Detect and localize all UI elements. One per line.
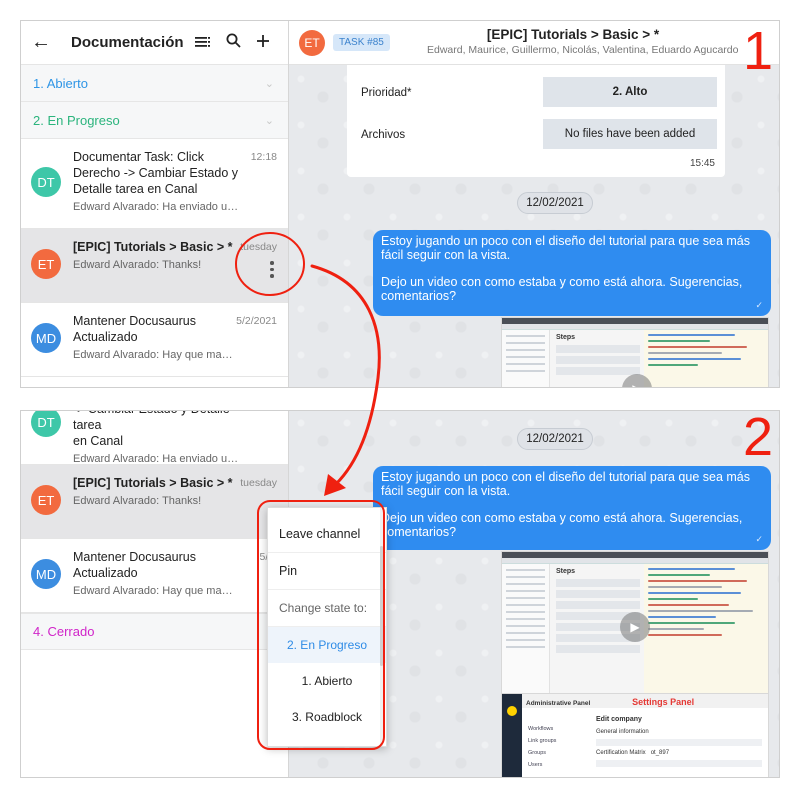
group-abierto[interactable]: 1. Abierto ⌄ bbox=[21, 65, 288, 102]
admin-menu-item: Link groups bbox=[528, 738, 557, 744]
priority-label: Prioridad* bbox=[361, 87, 412, 99]
context-menu: Leave channel Pin Change state to: 2. En… bbox=[267, 507, 387, 747]
conversation-time: tuesday bbox=[240, 241, 277, 253]
date-separator: 12/02/2021 bbox=[517, 428, 593, 450]
chevron-down-icon: ⌄ bbox=[264, 114, 274, 127]
conversation-item-active[interactable]: ET [EPIC] Tutorials > Basic > * Edward A… bbox=[21, 229, 288, 303]
menu-section-change-state: Change state to: bbox=[268, 590, 386, 627]
admin-menu-item: Users bbox=[528, 762, 543, 768]
avatar: MD bbox=[31, 559, 61, 589]
admin-form-title: Edit company bbox=[596, 716, 642, 723]
chat-area: ET TASK #85 [EPIC] Tutorials > Basic > *… bbox=[289, 21, 779, 387]
plus-icon[interactable] bbox=[248, 33, 278, 53]
group-cerrado[interactable]: 4. Cerrado bbox=[21, 613, 288, 650]
conversation-item[interactable]: MD Mantener Docusaurus Actualizado Edwar… bbox=[21, 539, 288, 613]
avatar: ET bbox=[31, 249, 61, 279]
admin-menu-item: Groups bbox=[528, 750, 547, 756]
admin-field-code: ot_897 bbox=[650, 750, 670, 756]
group-label: 4. Cerrado bbox=[33, 624, 95, 639]
date-separator: 12/02/2021 bbox=[517, 192, 593, 214]
avatar: MD bbox=[31, 323, 61, 353]
channel-sidebar: DT -> Cambiar Estado y Detalle tarea en … bbox=[21, 411, 289, 777]
menu-scrollbar[interactable] bbox=[380, 546, 383, 666]
check-icon: ✓ bbox=[755, 300, 763, 310]
video-thumbnail[interactable]: Steps ▶ bbox=[501, 551, 769, 701]
menu-item-leave-channel[interactable]: Leave channel bbox=[268, 516, 386, 553]
conversation-preview: Edward Alvarado: Ha enviado un for... bbox=[73, 201, 243, 213]
files-value[interactable]: No files have been added bbox=[543, 119, 717, 149]
conversation-title: [EPIC] Tutorials > Basic > * bbox=[73, 240, 233, 254]
menu-item-pin[interactable]: Pin bbox=[268, 553, 386, 590]
conversation-title: Documentar Task: Click Derecho -> Cambia… bbox=[73, 150, 239, 196]
priority-value[interactable]: 2. Alto bbox=[543, 77, 717, 107]
menu-item-state-abierto[interactable]: 1. Abierto bbox=[268, 663, 386, 699]
channel-title: [EPIC] Tutorials > Basic > * bbox=[486, 27, 660, 42]
message-text: Dejo un video con como estaba y como est… bbox=[381, 511, 743, 539]
avatar: DT bbox=[31, 411, 61, 437]
admin-panel-header: Administrative Panel Settings Panel bbox=[522, 694, 768, 708]
group-en-progreso[interactable]: 2. En Progreso ⌄ bbox=[21, 102, 288, 139]
task-badge[interactable]: TASK #85 bbox=[333, 34, 390, 51]
group-label: 2. En Progreso bbox=[33, 112, 120, 128]
conversation-time: 12:18 bbox=[250, 151, 277, 163]
conversation-title-line2: Actualizado bbox=[73, 566, 138, 580]
conversation-title: [EPIC] Tutorials > Basic > * bbox=[73, 476, 233, 490]
conversation-time: 5/2/2021 bbox=[236, 315, 277, 327]
conversation-preview: Edward Alvarado: Hay que mante... bbox=[73, 349, 237, 361]
settings-panel-title: Settings Panel bbox=[632, 697, 695, 707]
thumbnail-heading: Steps bbox=[556, 568, 576, 575]
task-form-card: Prioridad* 2. Alto Archivos No files hav… bbox=[347, 65, 725, 177]
play-icon[interactable]: ▶ bbox=[620, 612, 650, 642]
message-time: 15:45 bbox=[689, 158, 715, 169]
message-text: Estoy jugando un poco con el diseño del … bbox=[381, 470, 750, 498]
thumbnail-heading: Steps bbox=[556, 334, 576, 341]
group-label: 1. Abierto bbox=[33, 75, 88, 91]
channel-avatar: ET bbox=[299, 29, 325, 56]
admin-panel-title: Administrative Panel bbox=[526, 700, 591, 707]
conversation-item[interactable]: DT -> Cambiar Estado y Detalle tarea en … bbox=[21, 411, 288, 465]
chevron-down-icon: ⌄ bbox=[264, 77, 274, 90]
conversation-preview: Edward Alvarado: Thanks! bbox=[73, 259, 202, 271]
admin-field-name: Certification Matrix bbox=[596, 750, 646, 756]
screenshot-panel-2: DT -> Cambiar Estado y Detalle tarea en … bbox=[20, 410, 780, 778]
conversation-title-end: en Canal bbox=[73, 434, 124, 448]
sidebar-title: Documentación bbox=[71, 34, 184, 51]
message-bubble: Estoy jugando un poco con el diseño del … bbox=[373, 230, 771, 316]
conversation-item[interactable]: MD Mantener Docusaurus Actualizado Edwar… bbox=[21, 303, 288, 377]
admin-menu-item: Workflows bbox=[528, 726, 554, 732]
conversation-title-line2: Actualizado bbox=[73, 330, 138, 344]
channel-sidebar: ← Documentación 1. Abierto ⌄ 2. En Progr… bbox=[21, 21, 289, 387]
conversation-preview: Edward Alvarado: Hay que mante... bbox=[73, 585, 237, 597]
files-label: Archivos bbox=[361, 129, 406, 141]
step-number-1: 1 bbox=[743, 21, 774, 81]
conversation-preview: Edward Alvarado: Thanks! bbox=[73, 495, 202, 507]
search-icon[interactable] bbox=[218, 33, 248, 53]
channel-members: Edward, Maurice, Guillermo, Nicolás, Val… bbox=[427, 44, 739, 56]
menu-item-state-en-progreso[interactable]: 2. En Progreso bbox=[268, 627, 386, 663]
admin-panel-thumbnail[interactable]: Administrative Panel Settings Panel Work… bbox=[501, 693, 769, 777]
channel-header: ET TASK #85 [EPIC] Tutorials > Basic > *… bbox=[289, 21, 779, 65]
screenshot-panel-1: ← Documentación 1. Abierto ⌄ 2. En Progr… bbox=[20, 20, 780, 388]
conversation-item-active[interactable]: ET [EPIC] Tutorials > Basic > * Edward A… bbox=[21, 465, 288, 539]
check-icon: ✓ bbox=[755, 534, 763, 544]
conversation-time: tuesday bbox=[240, 477, 277, 489]
message-text: Dejo un video con como estaba y como est… bbox=[381, 275, 743, 303]
menu-item-state-roadblock[interactable]: 3. Roadblock bbox=[268, 699, 386, 735]
sort-list-icon[interactable] bbox=[188, 33, 218, 53]
more-options-icon[interactable] bbox=[270, 261, 274, 278]
conversation-item[interactable]: DT Documentar Task: Click Derecho -> Cam… bbox=[21, 139, 288, 229]
step-number-2: 2 bbox=[743, 407, 774, 467]
admin-form-section: General information bbox=[596, 729, 649, 735]
conversation-title: Mantener Docusaurus bbox=[73, 314, 196, 328]
arrow-left-icon[interactable]: ← bbox=[31, 31, 59, 54]
conversation-title-cont: -> Cambiar Estado y Detalle tarea bbox=[73, 411, 230, 432]
conversation-title: Mantener Docusaurus bbox=[73, 550, 196, 564]
avatar: DT bbox=[31, 167, 61, 197]
message-text: Estoy jugando un poco con el diseño del … bbox=[381, 234, 750, 262]
avatar: ET bbox=[31, 485, 61, 515]
video-thumbnail[interactable]: Steps ▶ bbox=[501, 317, 769, 387]
sidebar-header: ← Documentación bbox=[21, 21, 288, 65]
message-bubble: Estoy jugando un poco con el diseño del … bbox=[373, 466, 771, 550]
